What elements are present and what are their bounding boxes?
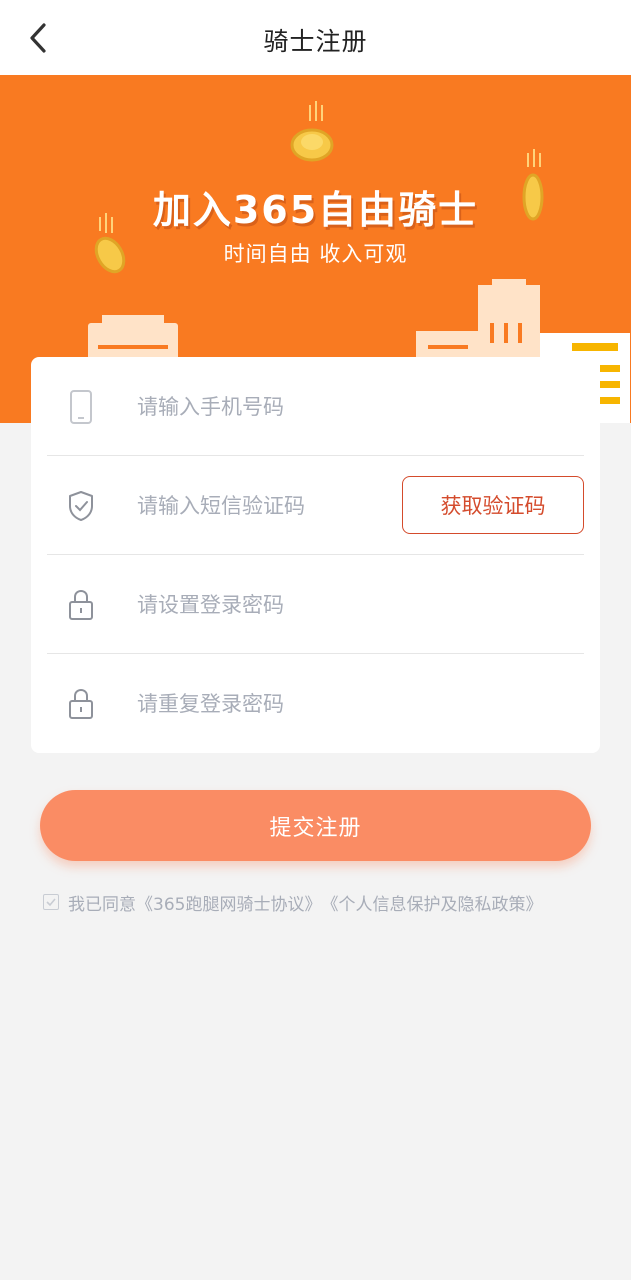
lock-icon: [65, 686, 97, 722]
banner-subtitle: 时间自由 收入可观: [223, 242, 408, 266]
nav-bar: 骑士注册: [0, 0, 631, 75]
password-input[interactable]: [137, 585, 387, 625]
banner-title: 加入365自由骑士: [152, 188, 479, 232]
password-row: [47, 555, 584, 654]
phone-icon: [65, 389, 97, 425]
phone-input[interactable]: [137, 387, 387, 427]
agreement-prefix: 我已同意: [68, 894, 136, 915]
sms-row: 获取验证码: [47, 456, 584, 555]
check-icon: [46, 898, 56, 907]
privacy-policy-link[interactable]: 《个人信息保护及隐私政策》: [321, 890, 542, 915]
shield-check-icon: [65, 488, 97, 524]
agree-checkbox[interactable]: [43, 894, 59, 910]
submit-register-button[interactable]: 提交注册: [40, 790, 591, 861]
get-code-button[interactable]: 获取验证码: [402, 476, 584, 534]
lock-icon: [65, 587, 97, 623]
phone-row: [47, 357, 584, 456]
coin-icon: [290, 101, 334, 162]
sms-code-input[interactable]: [137, 486, 387, 526]
register-form: 获取验证码: [31, 357, 600, 753]
rider-agreement-link[interactable]: 《365跑腿网骑士协议》: [136, 890, 321, 915]
password-repeat-row: [47, 654, 584, 753]
page-title: 骑士注册: [263, 27, 368, 56]
password-repeat-input[interactable]: [137, 684, 387, 724]
agreement-row: 我已同意 《365跑腿网骑士协议》 《个人信息保护及隐私政策》: [43, 889, 542, 915]
